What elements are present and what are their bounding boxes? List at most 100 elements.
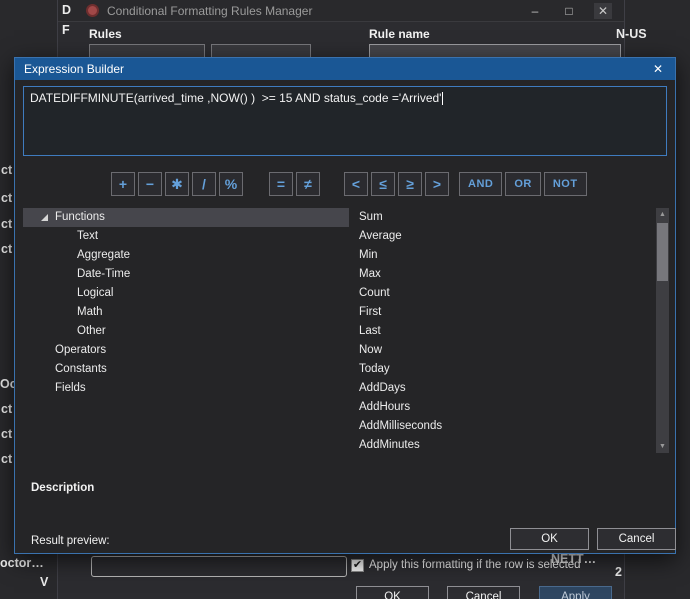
tree-item-label: Math: [23, 303, 349, 322]
logical-group: AND OR NOT: [459, 172, 587, 196]
tree-item-label: Date-Time: [23, 265, 349, 284]
text-caret: [442, 92, 443, 105]
bg-fragment: ct: [1, 427, 12, 441]
rules-dropdown[interactable]: [89, 44, 205, 58]
tree-item-label: Functions: [23, 208, 349, 227]
ok-button[interactable]: OK: [510, 528, 589, 550]
manager-apply-button[interactable]: Apply: [539, 586, 612, 599]
not-equals-button[interactable]: ≠: [296, 172, 320, 196]
bg-fragment: ct: [1, 163, 12, 177]
tree-item-label: Constants: [23, 360, 349, 379]
list-item-addhours[interactable]: AddHours: [349, 398, 656, 417]
list-item-count[interactable]: Count: [349, 284, 656, 303]
rules-label: Rules: [89, 27, 122, 41]
bg-fragment: V: [40, 575, 48, 589]
less-than-button[interactable]: <: [344, 172, 368, 196]
bg-fragment: ct: [1, 217, 12, 231]
divide-button[interactable]: /: [192, 172, 216, 196]
result-preview-label: Result preview:: [31, 535, 110, 547]
bg-fragment: octor…: [0, 556, 44, 570]
or-button[interactable]: OR: [505, 172, 541, 196]
tree-item-label: Other: [23, 322, 349, 341]
bg-fragment: ct: [1, 191, 12, 205]
minus-button[interactable]: −: [138, 172, 162, 196]
bg-fragment: D: [62, 3, 71, 17]
rules-manager-title: Conditional Formatting Rules Manager: [107, 4, 526, 18]
rule-name-field[interactable]: [369, 44, 621, 58]
arithmetic-group: + − ✱ / %: [111, 172, 243, 196]
list-item-addminutes[interactable]: AddMinutes: [349, 436, 656, 453]
expression-text: DATEDIFFMINUTE(arrived_time ,NOW() ) >= …: [30, 91, 441, 105]
tree-item-math[interactable]: Math: [23, 303, 349, 322]
expression-builder-dialog: Expression Builder ✕ DATEDIFFMINUTE(arri…: [14, 57, 676, 554]
not-button[interactable]: NOT: [544, 172, 587, 196]
row-selected-checkbox-label: Apply this formatting if the row is sele…: [369, 559, 581, 571]
list-item-max[interactable]: Max: [349, 265, 656, 284]
manager-cancel-button[interactable]: Cancel: [447, 586, 520, 599]
less-equal-button[interactable]: ≤: [371, 172, 395, 196]
greater-than-button[interactable]: >: [425, 172, 449, 196]
equals-button[interactable]: =: [269, 172, 293, 196]
list-item-addmilliseconds[interactable]: AddMilliseconds: [349, 417, 656, 436]
maximize-button-icon[interactable]: □: [560, 3, 578, 19]
bg-fragment-nett: NETT…: [551, 552, 596, 566]
list-item-adddays[interactable]: AddDays: [349, 379, 656, 398]
dialog-close-icon[interactable]: ✕: [650, 62, 666, 76]
category-tree: Functions Text Aggregate Date-Time Logic…: [23, 208, 349, 453]
list-item-min[interactable]: Min: [349, 246, 656, 265]
greater-equal-button[interactable]: ≥: [398, 172, 422, 196]
tree-item-constants[interactable]: Constants: [23, 360, 349, 379]
tree-item-label: Operators: [23, 341, 349, 360]
tree-item-date-time[interactable]: Date-Time: [23, 265, 349, 284]
description-label: Description: [31, 482, 94, 494]
rules-dropdown2[interactable]: [211, 44, 311, 58]
list-item-last[interactable]: Last: [349, 322, 656, 341]
bg-fragment: ct: [1, 452, 12, 466]
manager-ok-button[interactable]: OK: [356, 586, 429, 599]
tree-item-label: Logical: [23, 284, 349, 303]
dialog-title: Expression Builder: [24, 62, 124, 76]
bg-fragment: F: [62, 23, 70, 37]
plus-button[interactable]: +: [111, 172, 135, 196]
scrollbar-thumb[interactable]: [657, 223, 668, 281]
row-selected-checkbox[interactable]: ✔: [351, 559, 364, 572]
tree-item-label: Fields: [23, 379, 349, 398]
bg-fragment-locale: N-US: [616, 27, 647, 41]
function-list: Sum Average Min Max Count First Last Now…: [349, 208, 656, 453]
rules-manager-titlebar[interactable]: Conditional Formatting Rules Manager – □…: [58, 0, 624, 22]
operator-toolbar: + − ✱ / % = ≠ < ≤ ≥ > AND OR NOT: [111, 172, 587, 196]
expanded-triangle-icon[interactable]: [41, 214, 48, 221]
cancel-button[interactable]: Cancel: [597, 528, 676, 550]
tree-item-operators[interactable]: Operators: [23, 341, 349, 360]
rule-name-label: Rule name: [369, 27, 430, 41]
scroll-up-icon[interactable]: ▲: [656, 208, 669, 221]
minimize-button-icon[interactable]: –: [526, 3, 544, 19]
tree-item-functions[interactable]: Functions: [23, 208, 349, 227]
list-item-sum[interactable]: Sum: [349, 208, 656, 227]
list-item-today[interactable]: Today: [349, 360, 656, 379]
expression-input[interactable]: DATEDIFFMINUTE(arrived_time ,NOW() ) >= …: [23, 86, 667, 156]
bg-fragment-number: 2: [615, 565, 622, 579]
dialog-titlebar[interactable]: Expression Builder ✕: [15, 58, 675, 80]
comparison-group: < ≤ ≥ >: [344, 172, 449, 196]
tree-item-aggregate[interactable]: Aggregate: [23, 246, 349, 265]
close-button-icon[interactable]: ✕: [594, 3, 612, 19]
list-item-first[interactable]: First: [349, 303, 656, 322]
and-button[interactable]: AND: [459, 172, 502, 196]
percent-button[interactable]: %: [219, 172, 243, 196]
tree-item-label: Aggregate: [23, 246, 349, 265]
tree-item-label: Text: [23, 227, 349, 246]
tree-item-fields[interactable]: Fields: [23, 379, 349, 398]
rule-value-input[interactable]: [91, 556, 347, 577]
list-item-average[interactable]: Average: [349, 227, 656, 246]
tree-item-other[interactable]: Other: [23, 322, 349, 341]
bg-fragment: ct: [1, 242, 12, 256]
scroll-down-icon[interactable]: ▼: [656, 440, 669, 453]
list-item-now[interactable]: Now: [349, 341, 656, 360]
builder-panes: Functions Text Aggregate Date-Time Logic…: [23, 208, 669, 453]
bg-fragment: ct: [1, 402, 12, 416]
tree-item-logical[interactable]: Logical: [23, 284, 349, 303]
tree-item-text[interactable]: Text: [23, 227, 349, 246]
list-scrollbar[interactable]: ▲ ▼: [656, 208, 669, 453]
multiply-button[interactable]: ✱: [165, 172, 189, 196]
